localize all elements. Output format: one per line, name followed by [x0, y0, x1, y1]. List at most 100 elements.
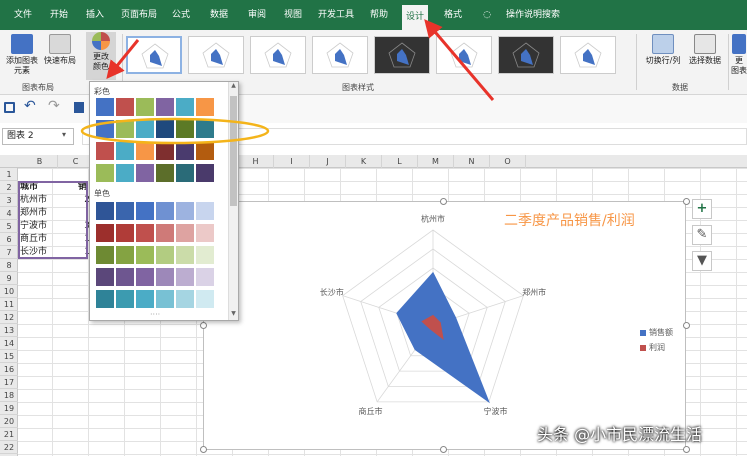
chart-area[interactable]: 二季度产品销售/利润 杭州市 郑州市 宁波市 商丘市 长沙市 销售额 利润: [203, 201, 686, 450]
color-swatch[interactable]: [156, 290, 174, 308]
color-swatch[interactable]: [196, 98, 214, 116]
switch-row-column-button[interactable]: 切换行/列: [640, 34, 686, 66]
color-swatch[interactable]: [156, 120, 174, 138]
color-swatch[interactable]: [96, 202, 114, 220]
color-swatch[interactable]: [176, 268, 194, 286]
chart-style-thumbnail[interactable]: [126, 36, 182, 74]
resize-handle[interactable]: [200, 446, 207, 453]
color-swatch[interactable]: [96, 142, 114, 160]
color-swatch[interactable]: [116, 202, 134, 220]
resize-handle[interactable]: [200, 322, 207, 329]
row-header[interactable]: 21: [0, 428, 18, 441]
row-header[interactable]: 3: [0, 194, 18, 207]
color-swatch[interactable]: [136, 164, 154, 182]
color-swatch[interactable]: [96, 164, 114, 182]
color-swatch[interactable]: [116, 142, 134, 160]
form-icon[interactable]: [74, 102, 84, 113]
select-data-button[interactable]: 选择数据: [686, 34, 724, 66]
color-swatch[interactable]: [116, 120, 134, 138]
color-swatch[interactable]: [176, 290, 194, 308]
dropdown-scrollbar[interactable]: ▲ ▼: [228, 82, 238, 320]
color-swatch[interactable]: [96, 268, 114, 286]
resize-grip-icon[interactable]: ····: [150, 310, 160, 319]
resize-handle[interactable]: [440, 446, 447, 453]
row-header[interactable]: 16: [0, 363, 18, 376]
row-header[interactable]: 5: [0, 220, 18, 233]
color-swatch[interactable]: [116, 164, 134, 182]
chart-style-thumbnail[interactable]: [498, 36, 554, 74]
row-header[interactable]: 20: [0, 415, 18, 428]
color-swatch[interactable]: [156, 202, 174, 220]
resize-handle[interactable]: [683, 198, 690, 205]
chart-style-thumbnail[interactable]: [312, 36, 368, 74]
chart-elements-plus-icon[interactable]: +: [692, 199, 712, 219]
column-header[interactable]: K: [346, 155, 382, 168]
tab-7[interactable]: 视图: [280, 0, 306, 30]
color-swatch[interactable]: [196, 268, 214, 286]
undo-icon[interactable]: ↶: [24, 98, 36, 114]
chart-styles-brush-icon[interactable]: ✎: [692, 225, 712, 245]
row-header[interactable]: 11: [0, 298, 18, 311]
row-header[interactable]: 10: [0, 285, 18, 298]
scroll-up-icon[interactable]: ▲: [229, 82, 238, 89]
color-swatch[interactable]: [196, 202, 214, 220]
color-swatch[interactable]: [176, 142, 194, 160]
row-header[interactable]: 17: [0, 376, 18, 389]
chart-style-thumbnail[interactable]: [560, 36, 616, 74]
color-swatch[interactable]: [196, 164, 214, 182]
legend-entry[interactable]: 销售额: [640, 327, 673, 338]
column-header[interactable]: M: [418, 155, 454, 168]
tab-9[interactable]: 帮助: [366, 0, 392, 30]
column-header[interactable]: H: [238, 155, 274, 168]
tab-2[interactable]: 插入: [82, 0, 108, 30]
tab-5[interactable]: 数据: [206, 0, 232, 30]
color-swatch[interactable]: [116, 290, 134, 308]
row-header[interactable]: 2: [0, 181, 18, 194]
tab-8[interactable]: 开发工具: [314, 0, 358, 30]
color-swatch[interactable]: [116, 246, 134, 264]
tab-3[interactable]: 页面布局: [120, 0, 158, 30]
row-header[interactable]: 13: [0, 324, 18, 337]
row-header[interactable]: 19: [0, 402, 18, 415]
quick-layout-button[interactable]: 快速布局: [42, 34, 78, 66]
scrollbar-thumb[interactable]: [230, 96, 237, 206]
color-swatch[interactable]: [136, 268, 154, 286]
resize-handle[interactable]: [683, 322, 690, 329]
color-swatch[interactable]: [156, 224, 174, 242]
color-swatch[interactable]: [96, 246, 114, 264]
legend-entry[interactable]: 利润: [640, 342, 673, 353]
row-header[interactable]: 14: [0, 337, 18, 350]
column-header[interactable]: L: [382, 155, 418, 168]
chart-style-thumbnail[interactable]: [250, 36, 306, 74]
color-swatch[interactable]: [96, 120, 114, 138]
color-swatch[interactable]: [176, 98, 194, 116]
color-swatch[interactable]: [116, 268, 134, 286]
color-swatch[interactable]: [96, 290, 114, 308]
color-swatch[interactable]: [156, 268, 174, 286]
add-chart-element-button[interactable]: 添加图表 元素: [2, 34, 42, 76]
color-swatch[interactable]: [196, 290, 214, 308]
tab-4[interactable]: 公式: [168, 0, 194, 30]
color-swatch[interactable]: [136, 224, 154, 242]
tab-6[interactable]: 审阅: [244, 0, 270, 30]
color-swatch[interactable]: [176, 202, 194, 220]
color-swatch[interactable]: [136, 290, 154, 308]
resize-handle[interactable]: [683, 446, 690, 453]
color-swatch[interactable]: [176, 224, 194, 242]
row-header[interactable]: 8: [0, 259, 18, 272]
color-swatch[interactable]: [116, 224, 134, 242]
row-header[interactable]: 12: [0, 311, 18, 324]
color-swatch[interactable]: [176, 120, 194, 138]
color-swatch[interactable]: [156, 246, 174, 264]
color-swatch[interactable]: [136, 98, 154, 116]
row-header[interactable]: 22: [0, 441, 18, 454]
column-header[interactable]: I: [274, 155, 310, 168]
resize-handle[interactable]: [440, 198, 447, 205]
row-header[interactable]: 1: [0, 168, 18, 181]
color-swatch[interactable]: [196, 224, 214, 242]
color-swatch[interactable]: [156, 142, 174, 160]
scroll-down-icon[interactable]: ▼: [229, 310, 238, 317]
color-swatch[interactable]: [156, 164, 174, 182]
row-header[interactable]: 6: [0, 233, 18, 246]
tell-me-search[interactable]: 操作说明搜索: [498, 0, 568, 30]
